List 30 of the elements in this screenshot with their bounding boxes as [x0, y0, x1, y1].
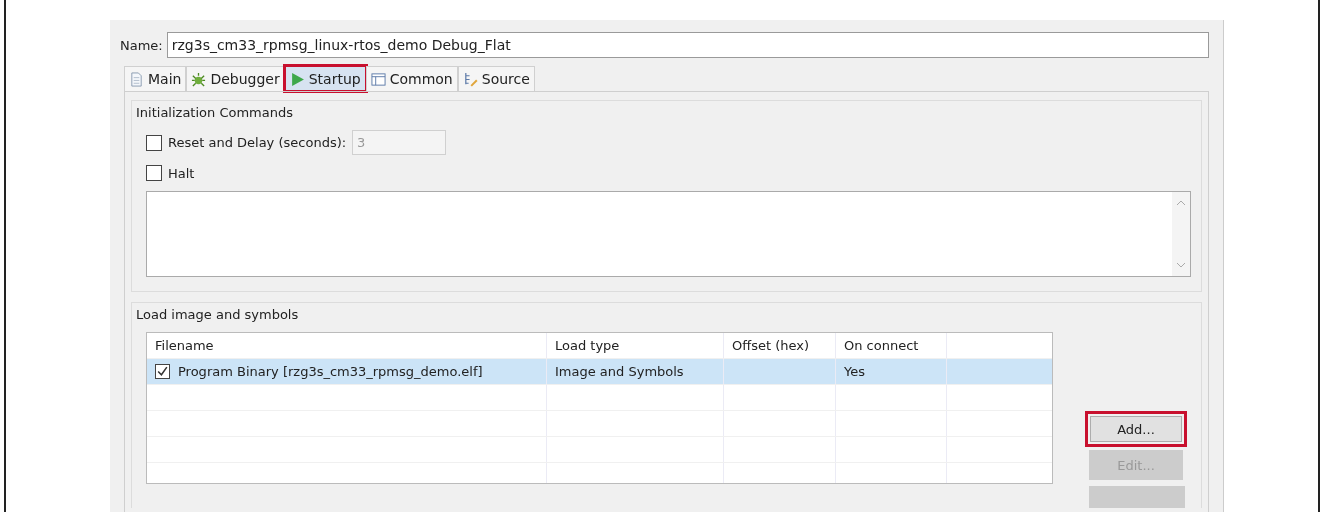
table-row[interactable]: Program Binary [rzg3s_cm33_rpmsg_demo.elf] Image and Symbols Yes	[147, 359, 1052, 385]
scrollbar[interactable]	[1172, 192, 1190, 276]
table-cell: Program Binary [rzg3s_cm33_rpmsg_demo.elf]	[178, 364, 483, 379]
column-header[interactable]: Filename	[147, 333, 547, 358]
checkbox-label: Halt	[168, 165, 195, 181]
table-icon	[370, 71, 386, 87]
tab[interactable]: Main	[124, 66, 187, 91]
group-title: Load image and symbols	[136, 307, 300, 322]
table-cell: Yes	[844, 364, 865, 379]
name-field[interactable]: rzg3s_cm33_rpmsg_linux-rtos_demo Debug_Flat	[166, 32, 1209, 58]
name-label: Name:	[120, 37, 163, 53]
tab[interactable]: Debugger	[186, 66, 285, 91]
page-icon	[129, 71, 144, 87]
tab[interactable]: Startup	[284, 66, 366, 91]
bug-icon	[191, 71, 207, 87]
checkbox-label: Reset and Delay (seconds):	[168, 135, 347, 150]
column-header[interactable]: On connect	[836, 333, 947, 358]
column-header[interactable]: Offset (hex)	[724, 333, 836, 358]
source-icon	[462, 71, 478, 87]
table-cell: Image and Symbols	[555, 364, 684, 379]
checkbox[interactable]	[155, 364, 170, 379]
action-button[interactable]: Add...	[1085, 411, 1187, 447]
checkbox[interactable]	[146, 165, 162, 181]
checkbox[interactable]	[146, 134, 162, 151]
group-title: Initialization Commands	[136, 105, 294, 120]
tab[interactable]: Source	[457, 66, 535, 91]
play-icon	[289, 71, 305, 87]
tab[interactable]: Common	[365, 66, 458, 91]
column-header[interactable]: Load type	[547, 333, 724, 358]
commands-text-area[interactable]	[146, 191, 1191, 277]
